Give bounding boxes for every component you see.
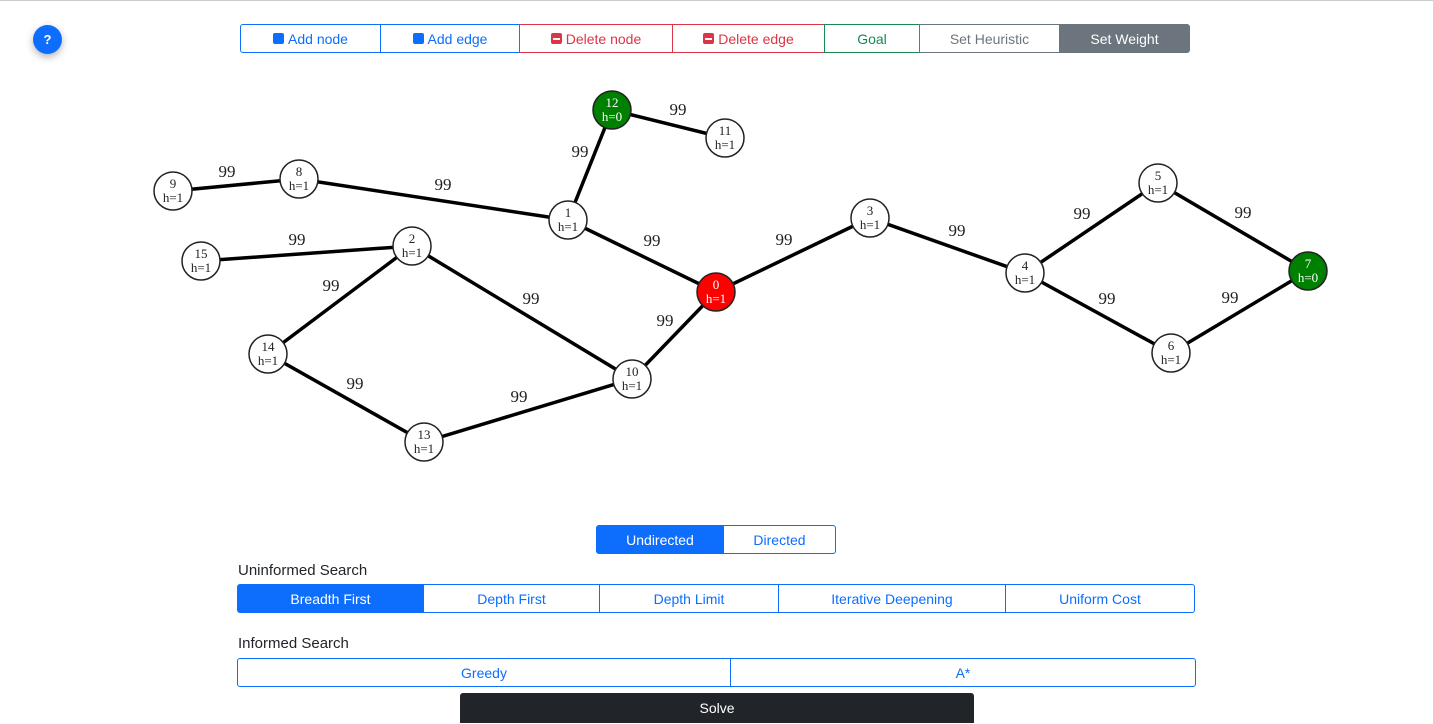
- edge-6-7[interactable]: [1170, 269, 1309, 355]
- node-heuristic: h=1: [558, 219, 578, 234]
- node-8[interactable]: 8h=1: [279, 159, 319, 199]
- uninformed-search-options: Breadth First Depth First Depth Limit Itera…: [237, 584, 1195, 613]
- edge-15-2[interactable]: [200, 244, 413, 263]
- edge-2-14[interactable]: [266, 244, 414, 356]
- edge-weight-label[interactable]: 99: [523, 289, 540, 308]
- edge-weight-label[interactable]: 99: [511, 387, 528, 406]
- breadth-first-button[interactable]: Breadth First: [237, 584, 424, 613]
- node-heuristic: h=1: [191, 260, 211, 275]
- node-heuristic: h=1: [163, 190, 183, 205]
- graph-mode-toggle: Undirected Directed: [596, 525, 836, 554]
- node-7[interactable]: 7h=0: [1288, 251, 1328, 291]
- edge-weight-label[interactable]: 99: [347, 374, 364, 393]
- node-heuristic: h=1: [414, 441, 434, 456]
- node-heuristic: h=1: [706, 291, 726, 306]
- edge-weight-label[interactable]: 99: [670, 100, 687, 119]
- graph-canvas[interactable]: 9999999999 99 9999 9999 999999999999990h=11h…: [0, 1, 1433, 501]
- node-10[interactable]: 10h=1: [612, 359, 652, 399]
- node-id: 1: [565, 205, 572, 220]
- edge-weight-label[interactable]: 99: [1222, 288, 1239, 307]
- node-12[interactable]: 12h=0: [592, 90, 632, 130]
- node-id: 0: [713, 277, 720, 292]
- node-id: 15: [195, 246, 208, 261]
- informed-search-options: Greedy A*: [237, 658, 1196, 687]
- node-3[interactable]: 3h=1: [850, 198, 890, 238]
- edge-4-6[interactable]: [1024, 271, 1172, 355]
- edge-5-7[interactable]: [1157, 181, 1309, 273]
- node-6[interactable]: 6h=1: [1151, 333, 1191, 373]
- solve-button[interactable]: Solve: [460, 693, 974, 723]
- edge-weight-label[interactable]: 99: [1235, 203, 1252, 222]
- edge-13-10[interactable]: [423, 377, 633, 444]
- edge-3-4[interactable]: [869, 216, 1026, 275]
- node-heuristic: h=1: [289, 178, 309, 193]
- node-heuristic: h=1: [1148, 182, 1168, 197]
- node-heuristic: h=1: [402, 245, 422, 260]
- edge-weight-label[interactable]: 99: [289, 230, 306, 249]
- node-heuristic: h=0: [1298, 270, 1318, 285]
- node-id: 14: [262, 339, 276, 354]
- directed-button[interactable]: Directed: [723, 525, 836, 554]
- edge-weight-label[interactable]: 99: [644, 231, 661, 250]
- greedy-button[interactable]: Greedy: [237, 658, 731, 687]
- node-heuristic: h=1: [860, 217, 880, 232]
- node-id: 4: [1022, 258, 1029, 273]
- node-id: 2: [409, 231, 416, 246]
- edge-weight-label[interactable]: 99: [572, 142, 589, 161]
- node-id: 12: [606, 95, 619, 110]
- node-id: 7: [1305, 256, 1312, 271]
- node-heuristic: h=1: [1161, 352, 1181, 367]
- node-4[interactable]: 4h=1: [1005, 253, 1045, 293]
- depth-first-button[interactable]: Depth First: [423, 584, 600, 613]
- edge-1-0[interactable]: [567, 218, 717, 294]
- a-button[interactable]: A*: [730, 658, 1196, 687]
- edge-0-3[interactable]: [715, 216, 871, 294]
- node-id: 3: [867, 203, 874, 218]
- edge-14-13[interactable]: [267, 352, 425, 444]
- iterative-deepening-button[interactable]: Iterative Deepening: [778, 584, 1006, 613]
- node-14[interactable]: 14h=1: [248, 334, 288, 374]
- uninformed-search-heading: Uninformed Search: [238, 562, 368, 579]
- depth-limit-button[interactable]: Depth Limit: [599, 584, 779, 613]
- node-heuristic: h=1: [258, 353, 278, 368]
- edge-4-5[interactable]: [1024, 181, 1159, 275]
- node-heuristic: h=0: [602, 109, 622, 124]
- edge-weight-label[interactable]: 99: [1074, 204, 1091, 223]
- edge-8-1[interactable]: [298, 177, 569, 222]
- node-1[interactable]: 1h=1: [548, 200, 588, 240]
- node-id: 13: [418, 427, 431, 442]
- node-heuristic: h=1: [622, 378, 642, 393]
- node-id: 5: [1155, 168, 1162, 183]
- node-id: 6: [1168, 338, 1175, 353]
- informed-search-heading: Informed Search: [238, 635, 349, 652]
- node-id: 10: [626, 364, 639, 379]
- node-id: 11: [719, 123, 732, 138]
- node-5[interactable]: 5h=1: [1138, 163, 1178, 203]
- node-13[interactable]: 13h=1: [404, 422, 444, 462]
- node-2[interactable]: 2h=1: [392, 226, 432, 266]
- node-11[interactable]: 11h=1: [705, 118, 745, 158]
- node-id: 8: [296, 164, 303, 179]
- undirected-button[interactable]: Undirected: [596, 525, 724, 554]
- edge-weight-label[interactable]: 99: [1099, 289, 1116, 308]
- edge-2-10[interactable]: [411, 244, 633, 381]
- node-heuristic: h=1: [715, 137, 735, 152]
- node-0[interactable]: 0h=1: [696, 272, 736, 312]
- node-heuristic: h=1: [1015, 272, 1035, 287]
- edge-weight-label[interactable]: 99: [219, 162, 236, 181]
- node-15[interactable]: 15h=1: [181, 241, 221, 281]
- edge-weight-label[interactable]: 99: [657, 311, 674, 330]
- node-id: 9: [170, 176, 177, 191]
- uniform-cost-button[interactable]: Uniform Cost: [1005, 584, 1195, 613]
- edge-weight-label[interactable]: 99: [776, 230, 793, 249]
- edge-weight-label[interactable]: 99: [323, 276, 340, 295]
- edge-weight-label[interactable]: 99: [435, 175, 452, 194]
- node-9[interactable]: 9h=1: [153, 171, 193, 211]
- edge-weight-label[interactable]: 99: [949, 221, 966, 240]
